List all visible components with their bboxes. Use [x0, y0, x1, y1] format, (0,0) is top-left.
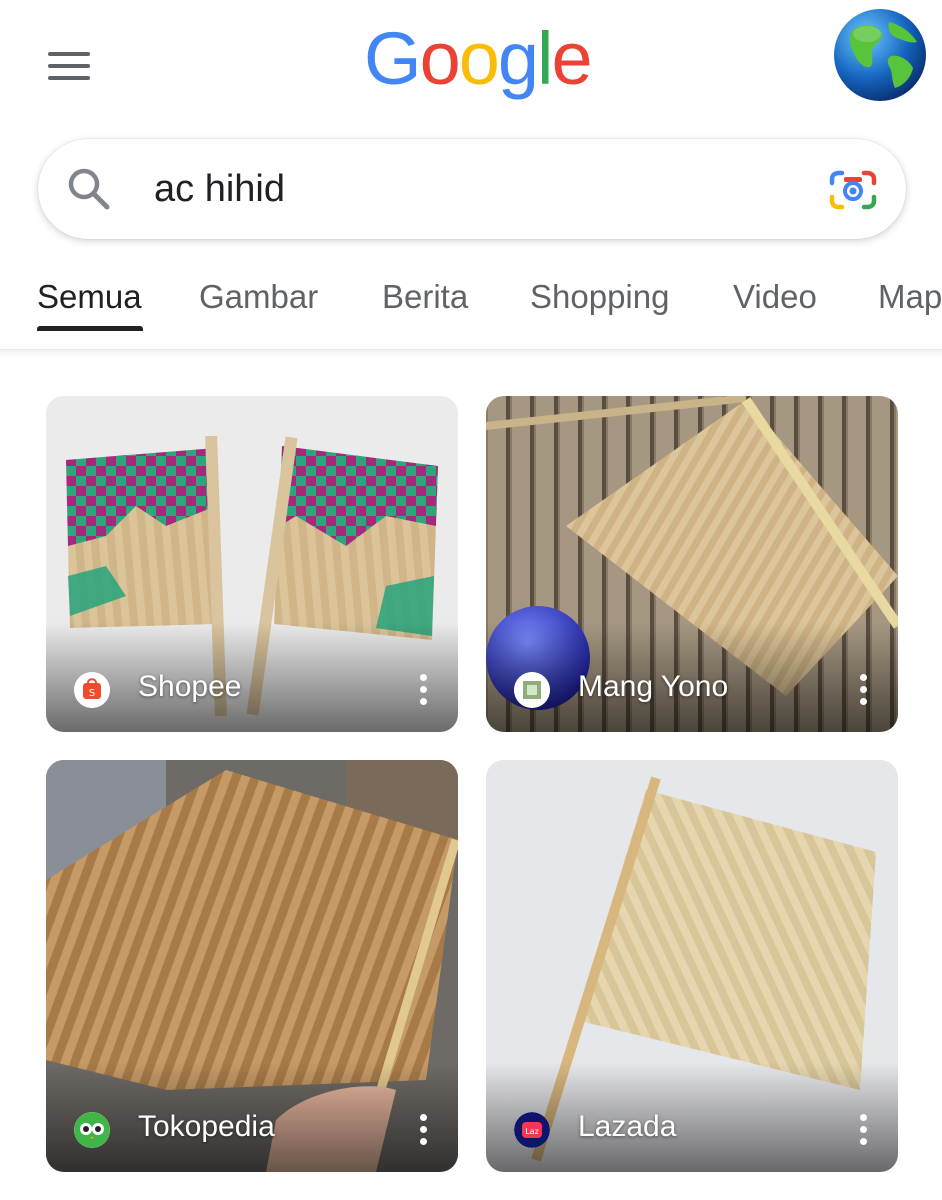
image-result-card[interactable]: S Shopee	[46, 396, 458, 732]
search-tabs: Semua Gambar Berita Shopping Video Maps	[0, 270, 942, 350]
card-footer: Tokopedia	[46, 1088, 458, 1172]
tab-berita[interactable]: Berita	[382, 278, 468, 316]
more-options-icon[interactable]	[416, 1110, 430, 1150]
more-options-icon[interactable]	[856, 1110, 870, 1150]
google-logo[interactable]: Google	[364, 17, 593, 100]
logo-letter: o	[419, 17, 461, 100]
search-input[interactable]	[154, 165, 774, 213]
result-source-name[interactable]: Shopee	[138, 670, 241, 704]
google-lens-icon[interactable]	[828, 169, 878, 211]
card-footer: Laz Lazada	[486, 1088, 898, 1172]
account-avatar-globe-icon[interactable]	[833, 8, 927, 102]
card-footer: S Shopee	[46, 648, 458, 732]
image-result-card[interactable]: Tokopedia	[46, 760, 458, 1172]
svg-text:Laz: Laz	[525, 1127, 539, 1136]
result-source-name[interactable]: Tokopedia	[138, 1110, 275, 1144]
logo-letter: G	[364, 17, 422, 100]
logo-letter: e	[551, 17, 592, 100]
active-tab-indicator	[37, 326, 143, 331]
site-favicon-icon	[514, 672, 550, 708]
card-footer: Mang Yono	[486, 648, 898, 732]
result-source-name[interactable]: Mang Yono	[578, 670, 728, 704]
result-source-name[interactable]: Lazada	[578, 1110, 676, 1144]
more-options-icon[interactable]	[856, 670, 870, 710]
logo-letter: l	[537, 17, 554, 100]
tab-semua[interactable]: Semua	[37, 278, 142, 316]
logo-letter: g	[497, 17, 539, 100]
svg-text:S: S	[89, 688, 95, 699]
hamburger-menu-icon[interactable]	[40, 44, 98, 88]
lazada-icon: Laz	[514, 1112, 550, 1148]
tab-shopping[interactable]: Shopping	[530, 278, 669, 316]
shopee-icon: S	[74, 672, 110, 708]
search-bar[interactable]	[38, 139, 906, 239]
image-result-card[interactable]: Laz Lazada	[486, 760, 898, 1172]
top-bar: Google	[0, 0, 942, 130]
search-icon[interactable]	[66, 166, 112, 212]
tab-maps[interactable]: Maps	[878, 278, 942, 316]
image-result-card[interactable]: Mang Yono	[486, 396, 898, 732]
logo-letter: o	[458, 17, 500, 100]
divider	[0, 350, 942, 358]
tab-gambar[interactable]: Gambar	[199, 278, 318, 316]
more-options-icon[interactable]	[416, 670, 430, 710]
tokopedia-icon	[74, 1112, 110, 1148]
tab-video[interactable]: Video	[733, 278, 817, 316]
